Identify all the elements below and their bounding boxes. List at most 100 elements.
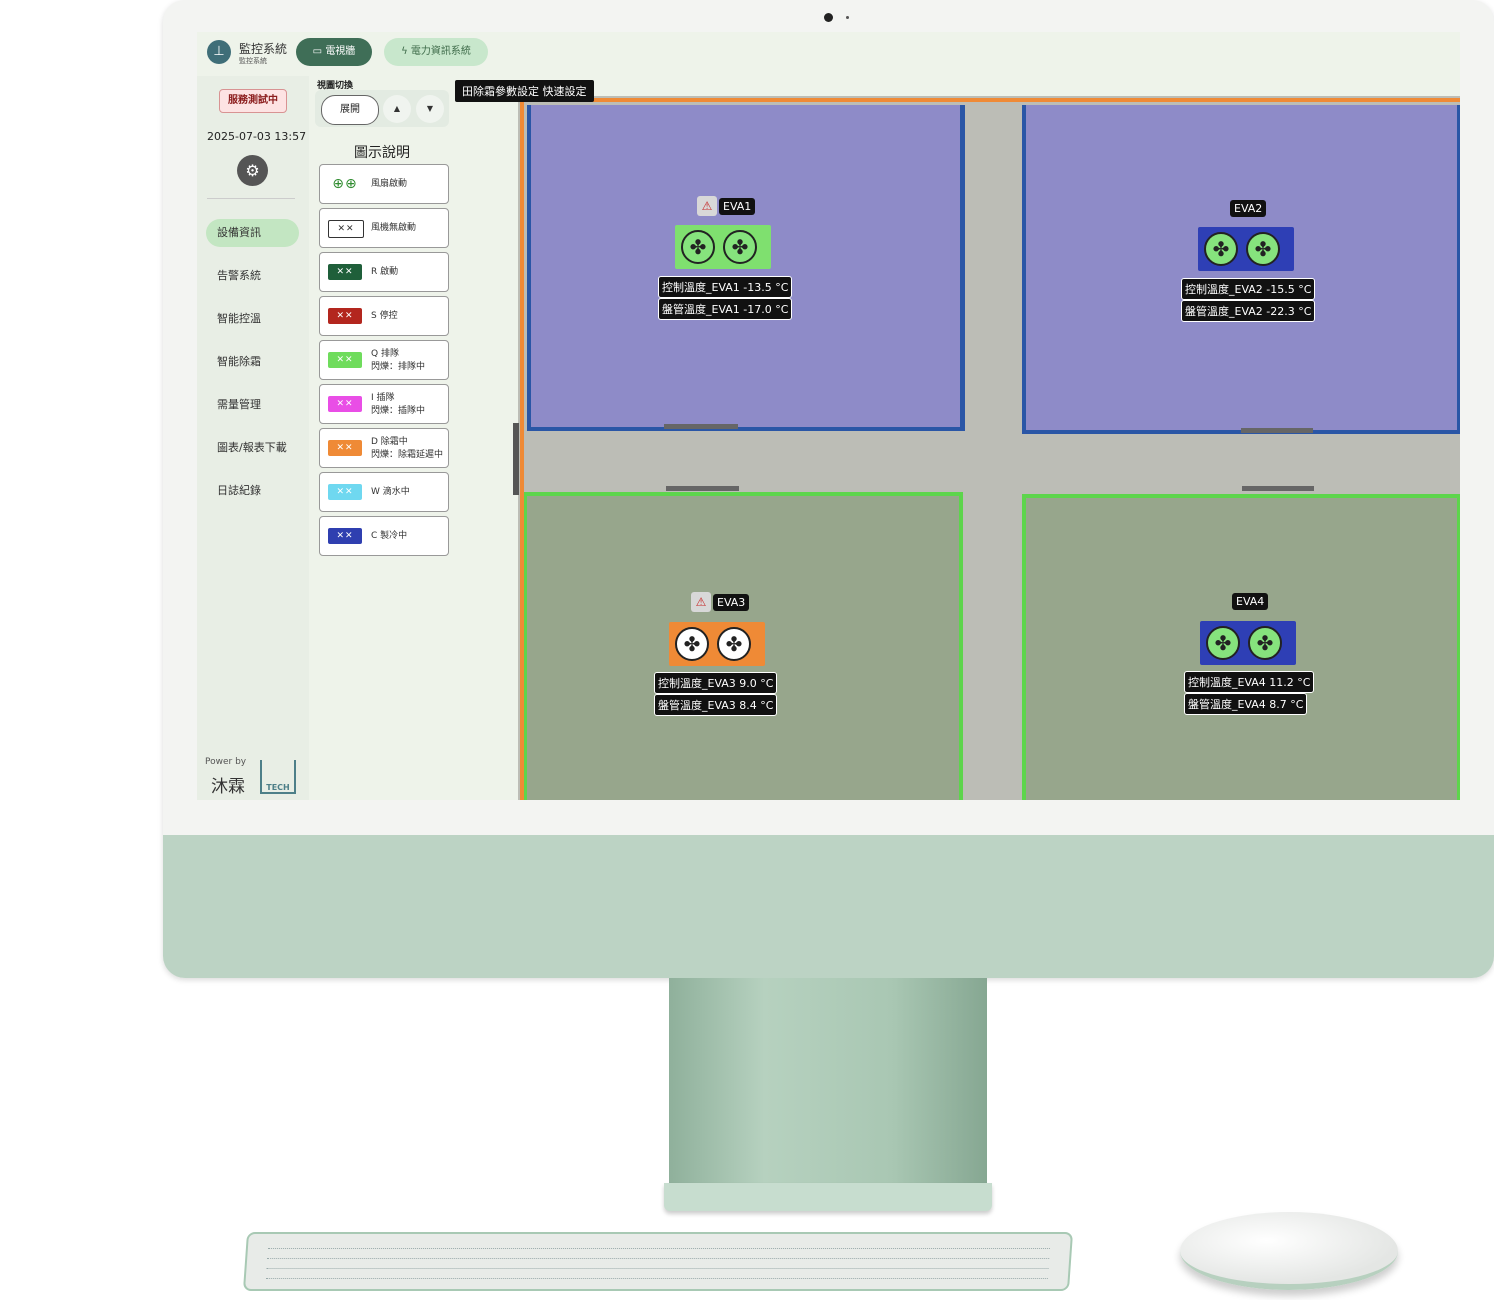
readout-label: 控制溫度_EVA3 xyxy=(658,677,736,690)
tab-tv-wall[interactable]: ▭ 電視牆 xyxy=(296,38,372,66)
readout-label: 盤管溫度_EVA1 xyxy=(662,303,740,316)
chevron-up-icon[interactable]: ▲ xyxy=(383,95,411,123)
readout-unit: °C xyxy=(760,699,774,712)
readout-unit: °C xyxy=(775,303,789,316)
fan-idle-icon: ✕✕ xyxy=(328,220,364,238)
tab-label: 電視牆 xyxy=(325,46,356,57)
readout-label: 盤管溫度_EVA3 xyxy=(658,699,736,712)
readout-value: -22.3 xyxy=(1266,305,1295,318)
legend-item: ✕✕ R 啟動 xyxy=(319,252,449,292)
door xyxy=(1241,428,1313,433)
monitor-stand xyxy=(669,978,987,1183)
sidebar-item-demand[interactable]: 需量管理 xyxy=(206,391,299,419)
screen: ⊥ 監控系統 監控系統 ▭ 電視牆 ϟ 電力資訊系統 服務測試中 2025-07… xyxy=(197,32,1460,800)
warning-icon[interactable]: ⚠ xyxy=(697,196,717,216)
fan-icon: ✤ xyxy=(681,230,715,264)
readout-unit: °C xyxy=(1298,305,1312,318)
readout-value: 8.7 xyxy=(1269,698,1287,711)
status-r-icon: ✕✕ xyxy=(328,264,362,280)
unit-name: EVA1 xyxy=(719,198,756,215)
evaporator-unit-eva4[interactable]: ✤ ✤ xyxy=(1200,621,1296,665)
legend-line1: Q 排隊 xyxy=(371,349,399,359)
keyboard-row xyxy=(267,1250,1050,1259)
readout-label: 控制溫度_EVA2 xyxy=(1185,283,1263,296)
readout-value: -13.5 xyxy=(743,281,772,294)
status-s-icon: ✕✕ xyxy=(328,308,362,324)
legend-label: I 插隊 閃爍：插隊中 xyxy=(371,392,425,418)
coil-temp-readout: 盤管溫度_EVA2 -22.3 °C xyxy=(1181,300,1316,322)
legend-item: ✕✕ W 滴水中 xyxy=(319,472,449,512)
keyboard-row xyxy=(266,1260,1050,1269)
legend-label: 風機無啟動 xyxy=(371,223,417,233)
defrost-settings-tooltip[interactable]: 田除霜參數設定 快速設定 xyxy=(455,80,594,102)
evaporator-unit-eva2[interactable]: ✤ ✤ xyxy=(1198,227,1294,271)
readout-unit: °C xyxy=(1290,698,1304,711)
chevron-down-icon[interactable]: ▼ xyxy=(416,95,444,123)
service-status-badge: 服務測試中 xyxy=(219,89,287,113)
legend-item: ✕✕ 風機無啟動 xyxy=(319,208,449,248)
side-door xyxy=(513,423,519,495)
legend-line2: 閃爍：除霜延遲中 xyxy=(371,450,444,460)
monitor-icon: ▭ xyxy=(312,46,326,57)
monitor-foot xyxy=(664,1183,992,1211)
brand-name: 沐霖 xyxy=(211,777,245,797)
legend-label: S 停控 xyxy=(371,311,398,321)
door xyxy=(1242,486,1314,491)
legend-line1: D 除霜中 xyxy=(371,437,408,447)
readout-value: -17.0 xyxy=(743,303,772,316)
readout-value: -15.5 xyxy=(1266,283,1295,296)
control-temp-readout: 控制溫度_EVA1 -13.5 °C xyxy=(658,276,793,298)
fan-icon: ✤ xyxy=(723,230,757,264)
status-d-icon: ✕✕ xyxy=(328,440,362,456)
camera-sensor xyxy=(846,16,849,19)
tab-label: 電力資訊系統 xyxy=(410,46,471,57)
sidebar-item-smart-defrost[interactable]: 智能除霜 xyxy=(206,348,299,376)
legend-item: ✕✕ D 除霜中閃爍：除霜延遲中 xyxy=(319,428,449,468)
fan-icon: ✤ xyxy=(717,627,751,661)
tab-power-info[interactable]: ϟ 電力資訊系統 xyxy=(384,38,488,66)
control-temp-readout: 控制溫度_EVA4 11.2 °C xyxy=(1184,671,1315,693)
readout-unit: °C xyxy=(775,281,789,294)
coil-temp-readout: 盤管溫度_EVA3 8.4 °C xyxy=(654,694,778,716)
readout-label: 控制溫度_EVA1 xyxy=(662,281,740,294)
legend-item: ⊕⊕ 風扇啟動 xyxy=(319,164,449,204)
keyboard-row xyxy=(267,1240,1051,1249)
legend-item: ✕✕ C 製冷中 xyxy=(319,516,449,556)
legend-label: R 啟動 xyxy=(371,267,399,277)
status-i-icon: ✕✕ xyxy=(328,396,362,412)
readout-value: 11.2 xyxy=(1269,676,1294,689)
readout-label: 控制溫度_EVA4 xyxy=(1188,676,1266,689)
coil-temp-readout: 盤管溫度_EVA1 -17.0 °C xyxy=(658,298,793,320)
expand-button[interactable]: 展開 xyxy=(321,95,379,125)
legend-title: 圖示說明 xyxy=(354,145,410,161)
legend-line2: 閃爍：排隊中 xyxy=(371,362,426,372)
fan-icon: ✤ xyxy=(1248,626,1282,660)
evaporator-unit-eva1[interactable]: ✤ ✤ xyxy=(675,225,771,269)
door xyxy=(666,486,739,491)
sidebar-item-device-info[interactable]: 設備資訊 xyxy=(206,219,299,247)
legend-label: D 除霜中閃爍：除霜延遲中 xyxy=(371,436,443,462)
readout-label: 盤管溫度_EVA2 xyxy=(1185,305,1263,318)
camera-icon xyxy=(824,13,833,22)
warning-icon[interactable]: ⚠ xyxy=(691,592,711,612)
fan-icon: ✤ xyxy=(675,627,709,661)
coil-temp-readout: 盤管溫度_EVA4 8.7 °C xyxy=(1184,693,1308,715)
sidebar-item-alarm[interactable]: 告警系統 xyxy=(206,262,299,290)
mouse xyxy=(1180,1212,1398,1290)
status-w-icon: ✕✕ xyxy=(328,484,362,500)
sidebar-item-reports[interactable]: 圖表/報表下載 xyxy=(206,434,299,462)
legend-item: ✕✕ S 停控 xyxy=(319,296,449,336)
legend-label: W 滴水中 xyxy=(371,487,410,497)
sidebar-item-logs[interactable]: 日誌紀錄 xyxy=(206,477,299,505)
app-subtitle: 監控系統 xyxy=(239,57,267,65)
evaporator-unit-eva3[interactable]: ✤ ✤ xyxy=(669,622,765,666)
app-title: 監控系統 xyxy=(239,42,288,56)
legend-item: ✕✕ I 插隊 閃爍：插隊中 xyxy=(319,384,449,424)
unit-name: EVA4 xyxy=(1232,593,1269,610)
sidebar-item-smart-temp[interactable]: 智能控溫 xyxy=(206,305,299,333)
gear-icon[interactable]: ⚙ xyxy=(237,155,268,186)
control-temp-readout: 控制溫度_EVA3 9.0 °C xyxy=(654,672,778,694)
unit-name: EVA2 xyxy=(1230,200,1267,217)
fan-icon: ✤ xyxy=(1246,232,1280,266)
readout-unit: °C xyxy=(760,677,774,690)
